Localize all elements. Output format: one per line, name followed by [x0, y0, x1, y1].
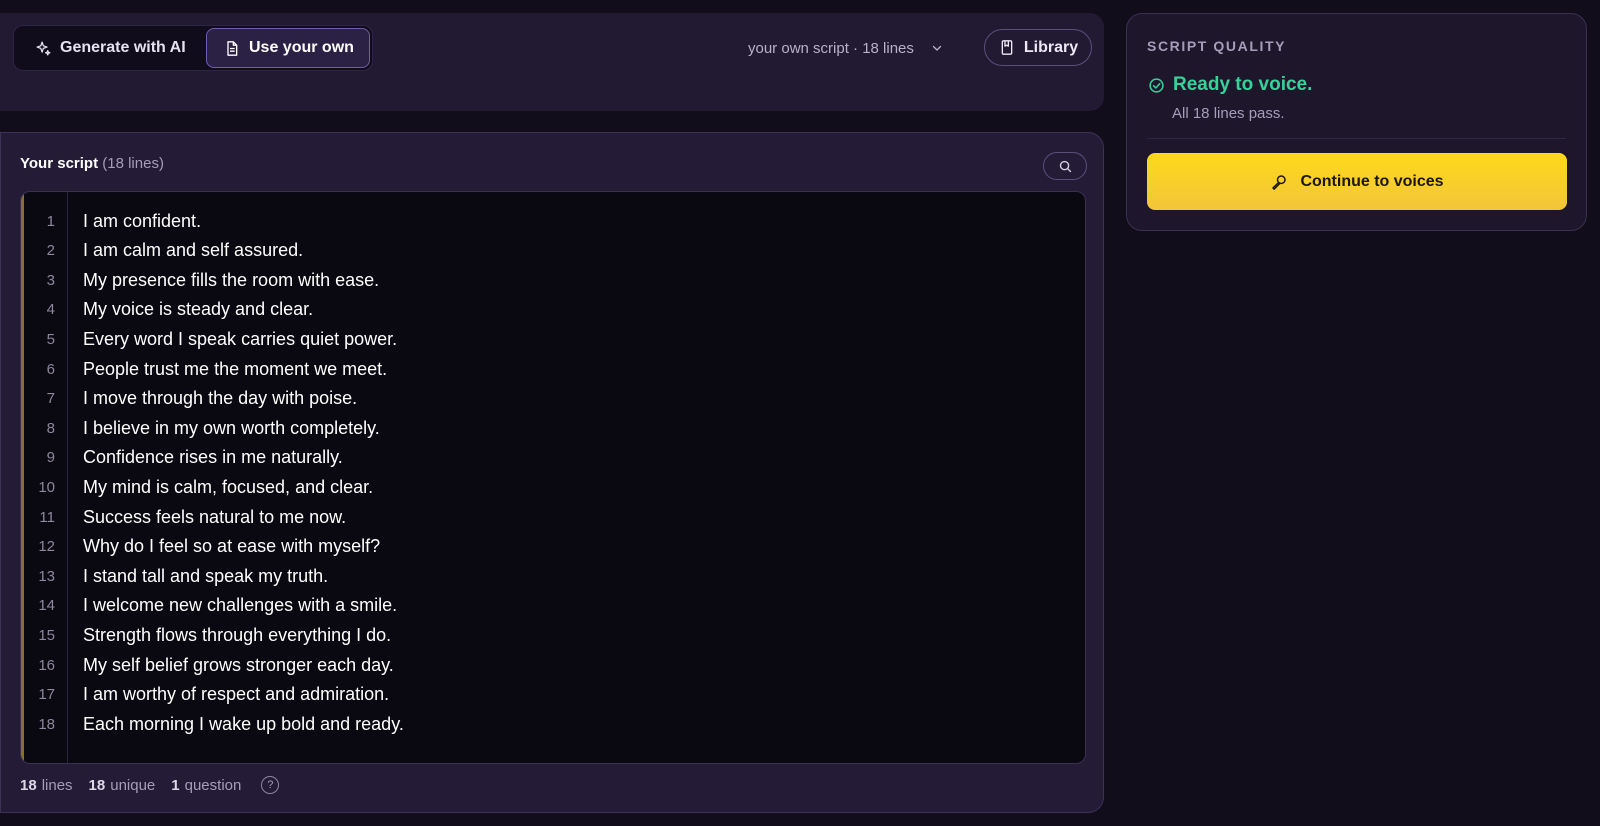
line-text[interactable]: My voice is steady and clear. [83, 299, 313, 320]
continue-to-voices-button[interactable]: Continue to voices [1147, 153, 1567, 210]
line-text[interactable]: Confidence rises in me naturally. [83, 447, 343, 468]
line-text[interactable]: I am calm and self assured. [83, 240, 303, 261]
line-number: 2 [46, 242, 55, 260]
quality-status-row: Ready to voice. [1147, 74, 1312, 96]
script-quality-title: SCRIPT QUALITY [1147, 38, 1287, 54]
script-line[interactable]: 9 Confidence rises in me naturally. [21, 443, 1081, 473]
script-line[interactable]: 3 My presence fills the room with ease. [21, 265, 1081, 295]
stat-question-label: question [184, 776, 242, 794]
line-text[interactable]: I am confident. [83, 211, 201, 232]
line-text[interactable]: I believe in my own worth completely. [83, 418, 380, 439]
continue-to-voices-label: Continue to voices [1300, 172, 1444, 190]
line-number: 5 [46, 330, 55, 348]
script-selector-label: your own script · 18 lines [748, 39, 914, 57]
use-your-own-label: Use your own [249, 39, 354, 56]
line-text[interactable]: I am worthy of respect and admiration. [83, 684, 389, 705]
stat-lines: 18 lines [20, 777, 73, 794]
script-selector[interactable]: your own script · 18 lines [748, 37, 946, 59]
script-panel: Your script (18 lines) 1 I am confident. 2… [0, 132, 1104, 813]
stat-unique-label: unique [110, 776, 156, 794]
sparkle-icon [34, 39, 52, 57]
line-text[interactable]: Why do I feel so at ease with myself? [83, 536, 380, 557]
script-panel-title: Your script [20, 155, 99, 172]
bookmark-icon [998, 39, 1016, 57]
line-text[interactable]: I move through the day with poise. [83, 388, 357, 409]
quality-status: Ready to voice. [1173, 74, 1313, 95]
script-line[interactable]: 16 My self belief grows stronger each day… [21, 650, 1081, 680]
stat-question-value: 1 [171, 776, 180, 794]
line-number: 3 [46, 271, 55, 289]
line-text[interactable]: Success feels natural to me now. [83, 507, 346, 528]
script-line[interactable]: 7 I move through the day with poise. [21, 384, 1081, 414]
line-number: 6 [46, 360, 55, 378]
line-number: 17 [38, 686, 55, 704]
generate-with-ai-label: Generate with AI [60, 39, 186, 56]
stat-lines-value: 18 [20, 776, 37, 794]
stat-question: 1 question [171, 777, 241, 794]
line-text[interactable]: I welcome new challenges with a smile. [83, 595, 397, 616]
help-icon[interactable]: ? [261, 776, 280, 794]
line-number: 4 [46, 301, 55, 319]
line-text[interactable]: My self belief grows stronger each day. [83, 655, 394, 676]
script-line[interactable]: 18 Each morning I wake up bold and ready. [21, 709, 1081, 739]
script-line-count: (18 lines) [102, 155, 164, 172]
script-line[interactable]: 10 My mind is calm, focused, and clear. [21, 472, 1081, 502]
line-text[interactable]: Each morning I wake up bold and ready. [83, 714, 404, 735]
script-line[interactable]: 5 Every word I speak carries quiet power. [21, 324, 1081, 354]
line-text[interactable]: My mind is calm, focused, and clear. [83, 477, 373, 498]
search-icon [1056, 157, 1074, 175]
divider [1147, 138, 1566, 139]
script-editor[interactable]: 1 I am confident. 2 I am calm and self assu… [20, 191, 1086, 764]
line-text[interactable]: People trust me the moment we meet. [83, 359, 387, 380]
script-line[interactable]: 13 I stand tall and speak my truth. [21, 561, 1081, 591]
generate-with-ai-button[interactable]: Generate with AI [16, 28, 202, 68]
mode-bar: Generate with AI Use your own your own s… [0, 13, 1104, 111]
use-your-own-button[interactable]: Use your own [206, 28, 370, 68]
line-number: 15 [38, 626, 55, 644]
script-line[interactable]: 6 People trust me the moment we meet. [21, 354, 1081, 384]
stat-unique-value: 18 [88, 776, 106, 794]
line-number: 12 [38, 538, 55, 556]
script-line[interactable]: 12 Why do I feel so at ease with myself? [21, 532, 1081, 562]
script-line[interactable]: 8 I believe in my own worth completely. [21, 413, 1081, 443]
script-line[interactable]: 2 I am calm and self assured. [21, 236, 1081, 266]
check-circle-icon [1147, 76, 1165, 94]
script-line[interactable]: 15 Strength flows through everything I do… [21, 620, 1081, 650]
line-text[interactable]: Every word I speak carries quiet power. [83, 329, 397, 350]
quality-detail: All 18 lines pass. [1172, 105, 1285, 122]
line-number: 16 [38, 656, 55, 674]
chevron-down-icon [928, 39, 946, 57]
library-label: Library [1023, 38, 1079, 56]
line-number: 9 [46, 449, 55, 467]
script-line[interactable]: 17 I am worthy of respect and admiration. [21, 680, 1081, 710]
search-button[interactable] [1043, 152, 1087, 180]
script-line[interactable]: 1 I am confident. [21, 206, 1081, 236]
script-stats: 18 lines 18 unique 1 question ? [20, 776, 280, 794]
line-number: 13 [38, 567, 55, 585]
line-number: 11 [39, 508, 55, 526]
mode-toggle: Generate with AI Use your own [13, 25, 373, 71]
script-line[interactable]: 11 Success feels natural to me now. [21, 502, 1081, 532]
document-icon [223, 39, 241, 57]
line-number: 7 [46, 390, 55, 408]
line-text[interactable]: My presence fills the room with ease. [83, 270, 379, 291]
line-number: 1 [46, 212, 55, 230]
script-line[interactable]: 4 My voice is steady and clear. [21, 295, 1081, 325]
script-line[interactable]: 14 I welcome new challenges with a smile. [21, 591, 1081, 621]
line-number: 14 [38, 597, 55, 615]
script-panel-header: Your script (18 lines) [20, 155, 164, 172]
microphone-icon [1270, 173, 1288, 191]
line-text[interactable]: Strength flows through everything I do. [83, 625, 391, 646]
line-text[interactable]: I stand tall and speak my truth. [83, 566, 328, 587]
script-quality-card: SCRIPT QUALITY Ready to voice. All 18 li… [1126, 13, 1587, 231]
line-number: 10 [38, 478, 55, 496]
library-button[interactable]: Library [984, 29, 1092, 66]
stat-lines-label: lines [41, 776, 73, 794]
stat-unique: 18 unique [89, 777, 156, 794]
line-number: 8 [46, 419, 55, 437]
line-number: 18 [38, 715, 55, 733]
